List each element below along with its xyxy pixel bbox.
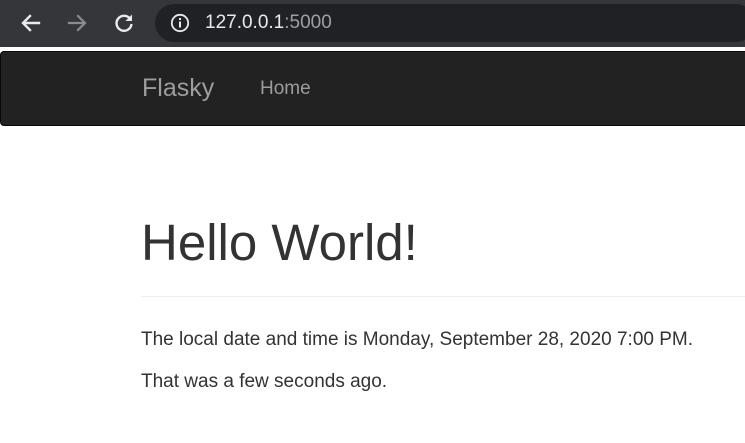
address-bar[interactable]: 127.0.0.1:5000 [155,4,745,42]
info-icon[interactable] [170,13,190,33]
browser-toolbar: 127.0.0.1:5000 [0,0,745,47]
page-title: Hello World! [141,214,418,271]
relative-time-text: That was a few seconds ago. [141,371,388,392]
url-port: :5000 [284,12,332,33]
url-host: 127.0.0.1 [205,12,285,33]
back-button[interactable] [16,8,46,38]
site-navbar: Flasky Home [0,51,745,126]
reload-button[interactable] [109,8,139,38]
reload-icon [115,14,133,32]
arrow-right-icon [67,14,87,32]
url-text[interactable]: 127.0.0.1:5000 [205,4,332,42]
datetime-text: The local date and time is Monday, Septe… [141,329,694,350]
nav-link-home[interactable]: Home [260,52,311,125]
page-header: Hello World! [141,208,745,297]
arrow-left-icon [21,14,41,32]
navbar-brand-link[interactable]: Flasky [142,52,214,125]
forward-button[interactable] [62,8,92,38]
